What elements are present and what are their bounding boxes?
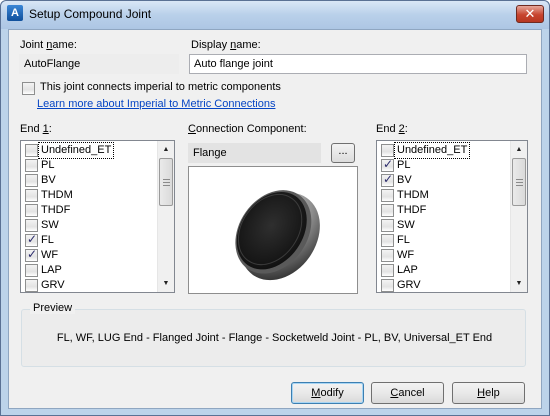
end2-item-label: FL [397, 234, 410, 246]
end2-scroll-thumb[interactable] [512, 158, 526, 206]
end2-item-label: PL [397, 159, 411, 171]
display-name-field[interactable]: Auto flange joint [189, 54, 527, 74]
scroll-down-arrow-icon[interactable]: ▼ [158, 275, 174, 292]
scroll-down-arrow-icon[interactable]: ▼ [511, 275, 527, 292]
scroll-up-arrow-icon[interactable]: ▲ [158, 141, 174, 158]
end2-item-checkbox[interactable] [381, 219, 394, 232]
preview-group: Preview FL, WF, LUG End - Flanged Joint … [21, 302, 526, 367]
title-bar[interactable]: A Setup Compound Joint ✕ [1, 1, 549, 29]
flange-icon [235, 190, 320, 281]
end1-item-label: BV [41, 174, 56, 186]
end1-item-label: PL [41, 159, 55, 171]
dialog-client-area: Joint name: AutoFlange Display name: Aut… [8, 29, 542, 409]
end2-item-label: Undefined_ET [393, 142, 471, 159]
end1-scrollbar[interactable]: ▲ ▼ [157, 141, 174, 292]
display-name-label: Display name: [191, 39, 261, 51]
end1-item-checkbox[interactable] [25, 204, 38, 217]
setup-compound-joint-dialog: A Setup Compound Joint ✕ Joint name: Aut… [0, 0, 550, 416]
end2-listbox[interactable]: GRV LAP WF FL SW THDF THDM BV PLUndefined_ET ▲ ▼ [376, 140, 528, 293]
imperial-metric-checkbox[interactable] [22, 82, 35, 95]
end2-item-label: THDF [397, 204, 427, 216]
end1-item-label: LAP [41, 264, 62, 276]
end2-item-label: SW [397, 219, 415, 231]
end2-item-label: LAP [397, 264, 418, 276]
end2-scrollbar[interactable]: ▲ ▼ [510, 141, 527, 292]
connection-component-field[interactable]: Flange [188, 143, 321, 163]
end1-item-checkbox[interactable] [25, 189, 38, 202]
end1-item-label: THDF [41, 204, 71, 216]
end2-item-checkbox[interactable] [381, 189, 394, 202]
end1-item-label: WF [41, 249, 59, 261]
cancel-button[interactable]: Cancel [371, 382, 444, 404]
end1-item-checkbox[interactable] [25, 247, 38, 262]
end1-item-checkbox[interactable] [25, 232, 38, 247]
end1-scroll-thumb[interactable] [159, 158, 173, 206]
end1-item-checkbox[interactable] [25, 279, 38, 292]
modify-button[interactable]: Modify [291, 382, 364, 404]
learn-more-link[interactable]: Learn more about Imperial to Metric Conn… [37, 98, 275, 110]
end2-item-checkbox[interactable] [381, 279, 394, 292]
preview-legend: Preview [30, 302, 76, 314]
end1-label: End 1: [20, 123, 52, 135]
autocad-app-icon: A [7, 5, 23, 21]
end1-item-label: Undefined_ET [37, 142, 115, 159]
help-button[interactable]: Help [452, 382, 525, 404]
joint-name-label: Joint name: [20, 39, 77, 51]
imperial-metric-checkbox-label[interactable]: This joint connects imperial to metric c… [40, 81, 281, 93]
end2-item-checkbox[interactable] [381, 172, 394, 187]
end1-item-checkbox[interactable] [25, 144, 38, 157]
connection-component-label: Connection Component: [188, 123, 307, 135]
end2-item-label: WF [397, 249, 415, 261]
end1-item-checkbox[interactable] [25, 264, 38, 277]
end2-item-checkbox[interactable] [381, 144, 394, 157]
end1-listbox[interactable]: GRV LAP WF FL SW THDF THDM BV PLUndefined_ET ▲ ▼ [20, 140, 175, 293]
joint-name-field[interactable]: AutoFlange [19, 54, 179, 74]
end2-item-checkbox[interactable] [381, 264, 394, 277]
end1-item-checkbox[interactable] [25, 174, 38, 187]
scroll-up-arrow-icon[interactable]: ▲ [511, 141, 527, 158]
end2-item-checkbox[interactable] [381, 234, 394, 247]
end2-item-checkbox[interactable] [381, 204, 394, 217]
end1-item-label: GRV [41, 279, 65, 291]
end1-item-checkbox[interactable] [25, 219, 38, 232]
browse-component-button[interactable]: ... [331, 143, 355, 163]
end1-item-checkbox[interactable] [25, 159, 38, 172]
end2-item-label: BV [397, 174, 412, 186]
end2-item-label: GRV [397, 279, 421, 291]
end2-item-label: THDM [397, 189, 429, 201]
close-button[interactable]: ✕ [516, 5, 544, 23]
end2-item-checkbox[interactable] [381, 249, 394, 262]
end1-item-label: FL [41, 234, 54, 246]
end2-label: End 2: [376, 123, 408, 135]
preview-text: FL, WF, LUG End - Flanged Joint - Flange… [56, 332, 493, 344]
end1-item-label: THDM [41, 189, 73, 201]
window-title: Setup Compound Joint [29, 7, 152, 21]
component-preview-image [188, 166, 358, 294]
end2-item-checkbox[interactable] [381, 157, 394, 172]
end1-item-label: SW [41, 219, 59, 231]
